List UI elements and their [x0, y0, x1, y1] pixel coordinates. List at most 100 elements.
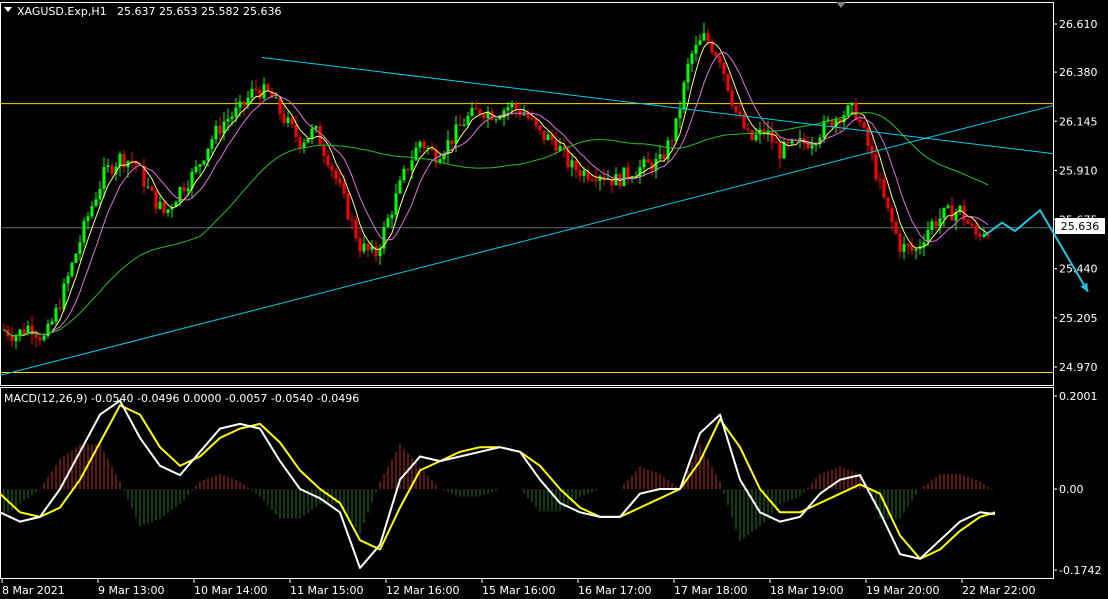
candle-body — [786, 141, 790, 144]
candle-body — [402, 168, 406, 181]
candle-body — [910, 245, 914, 251]
candle-body — [378, 248, 382, 257]
candle-body — [350, 219, 354, 221]
candle-body — [730, 90, 734, 107]
last-price-tag: 25.636 — [1055, 218, 1105, 234]
candle-body — [238, 101, 242, 108]
candle-body — [358, 238, 362, 252]
time-tick-label: 22 Mar 22:00 — [962, 584, 1035, 597]
candle-body — [754, 134, 758, 141]
candle-body — [234, 107, 238, 117]
candle-body — [670, 140, 674, 142]
candle-body — [570, 160, 574, 168]
candle-body — [686, 63, 690, 83]
candle-body — [546, 134, 550, 141]
candle-body — [290, 117, 294, 125]
candle-body — [146, 186, 150, 188]
candle-body — [90, 205, 94, 217]
candle-body — [970, 223, 974, 226]
candle-body — [474, 107, 478, 110]
candle-body — [150, 186, 154, 191]
candle-body — [894, 222, 898, 234]
candle-body — [70, 262, 74, 276]
candle-body — [250, 88, 254, 98]
candle-body — [858, 119, 862, 123]
candle-body — [274, 97, 278, 99]
candle-body — [390, 214, 394, 219]
candle-body — [514, 103, 518, 110]
candle-body — [66, 275, 70, 284]
candle-body — [186, 188, 190, 192]
candle-body — [694, 44, 698, 54]
candle-body — [110, 165, 114, 174]
candle-body — [574, 160, 578, 171]
price-tick-label: 24.970 — [1059, 361, 1098, 374]
candle-body — [34, 334, 38, 338]
candle-body — [182, 187, 186, 192]
candle-body — [538, 125, 542, 131]
chart-header: XAGUSD.Exp,H1 25.637 25.653 25.582 25.63… — [4, 5, 281, 18]
candle-body — [846, 105, 850, 116]
candle-body — [542, 130, 546, 141]
candle-body — [590, 179, 594, 181]
candle-body — [870, 145, 874, 155]
candle-body — [470, 107, 474, 116]
time-tick-label: 16 Mar 17:00 — [578, 584, 651, 597]
candle-body — [746, 128, 750, 131]
candle-body — [778, 142, 782, 159]
candle-body — [310, 128, 314, 139]
candle-body — [534, 119, 538, 126]
candle-body — [722, 63, 726, 75]
candle-body — [510, 103, 514, 108]
candle-body — [914, 249, 918, 251]
candle-body — [950, 205, 954, 221]
candle-body — [354, 219, 358, 239]
candle-body — [554, 139, 558, 151]
candle-body — [706, 33, 710, 42]
candle-body — [106, 165, 110, 168]
candle-body — [450, 140, 454, 144]
candle-body — [490, 111, 494, 120]
candle-body — [18, 329, 22, 337]
symbol-label: XAGUSD.Exp,H1 — [17, 5, 107, 18]
candle-body — [330, 165, 334, 171]
candle-body — [74, 253, 78, 263]
candle-body — [306, 138, 310, 143]
candle-body — [202, 160, 206, 165]
price-tick-label: 25.910 — [1059, 164, 1098, 177]
candle-body — [682, 82, 686, 110]
candle-body — [286, 117, 290, 124]
candle-body — [798, 138, 802, 141]
candle-body — [714, 52, 718, 57]
candle-body — [314, 126, 318, 129]
candle-body — [770, 130, 774, 143]
candle-body — [38, 337, 42, 341]
candle-body — [966, 220, 970, 224]
candle-body — [22, 329, 26, 334]
candle-body — [530, 118, 534, 120]
candle-body — [662, 154, 666, 160]
time-tick-label: 11 Mar 15:00 — [290, 584, 363, 597]
candle-body — [226, 118, 230, 122]
candle-body — [886, 197, 890, 208]
candle-body — [978, 233, 982, 237]
candle-body — [406, 168, 410, 171]
candle-body — [322, 145, 326, 156]
candle-body — [466, 115, 470, 125]
candle-body — [158, 201, 162, 209]
candle-body — [454, 124, 458, 144]
candle-body — [346, 193, 350, 220]
candle-body — [866, 127, 870, 146]
candle-body — [94, 199, 98, 206]
candle-body — [822, 120, 826, 138]
candle-body — [594, 179, 598, 181]
chart-background — [0, 0, 1108, 599]
candle-body — [58, 307, 62, 310]
last-price-label: 25.636 — [1061, 220, 1100, 233]
macd-tick-label: 0.2001 — [1059, 390, 1098, 403]
candle-body — [626, 167, 630, 179]
candle-body — [482, 114, 486, 119]
candle-body — [698, 40, 702, 45]
candle-body — [934, 221, 938, 227]
candle-body — [882, 179, 886, 198]
